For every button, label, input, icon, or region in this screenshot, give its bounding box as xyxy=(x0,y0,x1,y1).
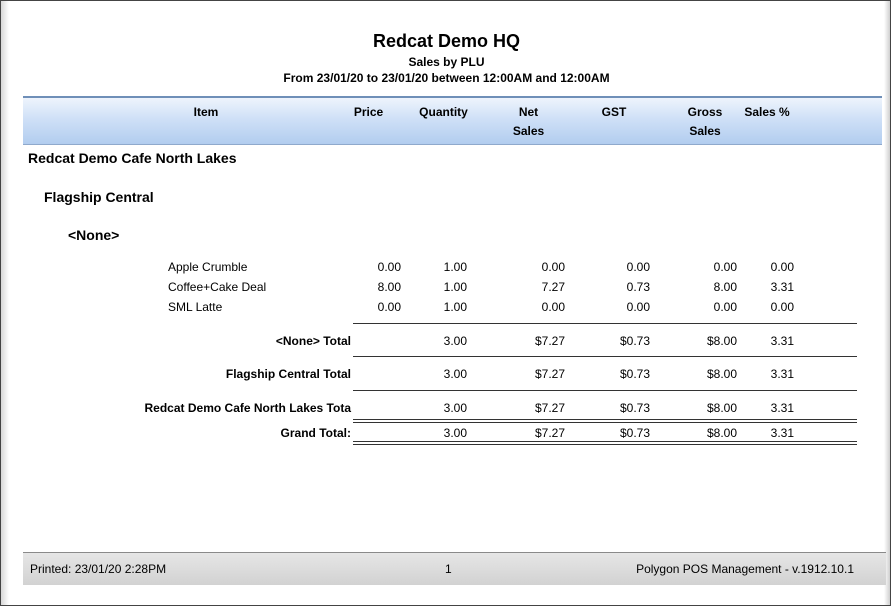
report-date-range: From 23/01/20 to 23/01/20 between 12:00A… xyxy=(283,71,610,85)
printed-timestamp: Printed: 23/01/20 2:28PM xyxy=(30,562,167,576)
total-label: Flagship Central Total xyxy=(225,367,351,381)
grand-total-gross-sales: $8.00 xyxy=(706,426,737,440)
row-gst: 0.73 xyxy=(626,280,650,294)
total-sales-pct: 3.31 xyxy=(770,401,794,415)
row-quantity: 1.00 xyxy=(443,260,467,274)
row-gross-sales: 8.00 xyxy=(713,280,737,294)
row-net-sales: 0.00 xyxy=(541,300,565,314)
row-quantity: 1.00 xyxy=(443,280,467,294)
row-item-name: SML Latte xyxy=(168,300,223,314)
grand-total-sales-pct: 3.31 xyxy=(770,426,794,440)
row-net-sales: 7.27 xyxy=(541,280,565,294)
total-quantity: 3.00 xyxy=(443,367,467,381)
total-label: Redcat Demo Cafe North Lakes Tota xyxy=(144,401,352,415)
total-gst: $0.73 xyxy=(619,367,650,381)
report-page: Redcat Demo HQ Sales by PLU From 23/01/2… xyxy=(0,0,891,606)
grand-total-quantity: 3.00 xyxy=(443,426,467,440)
row-gross-sales: 0.00 xyxy=(713,260,737,274)
row-price: 8.00 xyxy=(377,280,401,294)
grand-total-bottom-rule xyxy=(353,441,857,445)
app-version: Polygon POS Management - v.1912.10.1 xyxy=(636,562,854,576)
total-gst: $0.73 xyxy=(619,334,650,348)
row-quantity: 1.00 xyxy=(443,300,467,314)
group-department-heading: Flagship Central xyxy=(44,189,154,205)
total-gross-sales: $8.00 xyxy=(706,367,737,381)
col-header-net-line2: Sales xyxy=(512,124,545,138)
total-quantity: 3.00 xyxy=(443,334,467,348)
col-header-gross-line1: Gross xyxy=(687,105,723,119)
page-number: 1 xyxy=(445,562,452,576)
group-store-heading: Redcat Demo Cafe North Lakes xyxy=(28,150,237,166)
col-header-gross-line2: Sales xyxy=(689,124,721,138)
page-left-shadow xyxy=(1,1,9,605)
col-header-gross-sales: Gross Sales xyxy=(679,103,731,141)
total-net-sales: $7.27 xyxy=(534,367,565,381)
total-net-sales: $7.27 xyxy=(534,334,565,348)
total-label: <None> Total xyxy=(275,334,351,348)
col-header-gst: GST xyxy=(601,105,627,119)
grand-total-gst: $0.73 xyxy=(619,426,650,440)
report-title: Redcat Demo HQ xyxy=(372,31,521,51)
total-sales-pct: 3.31 xyxy=(770,367,794,381)
grand-total-top-rule xyxy=(353,419,857,423)
report-subtitle: Sales by PLU xyxy=(408,55,485,69)
row-sales-pct: 0.00 xyxy=(770,300,794,314)
row-sales-pct: 3.31 xyxy=(770,280,794,294)
col-header-sales-pct: Sales % xyxy=(744,105,790,119)
report-footer: Printed: 23/01/20 2:28PM 1 Polygon POS M… xyxy=(23,552,886,585)
row-price: 0.00 xyxy=(377,260,401,274)
row-item-name: Coffee+Cake Deal xyxy=(168,280,267,294)
row-net-sales: 0.00 xyxy=(541,260,565,274)
total-gst: $0.73 xyxy=(619,401,650,415)
row-gross-sales: 0.00 xyxy=(713,300,737,314)
total-gross-sales: $8.00 xyxy=(706,401,737,415)
total-rule xyxy=(353,390,857,391)
row-gst: 0.00 xyxy=(626,300,650,314)
col-header-net-sales: Net Sales xyxy=(501,103,556,141)
row-item-name: Apple Crumble xyxy=(168,260,248,274)
row-sales-pct: 0.00 xyxy=(770,260,794,274)
row-price: 0.00 xyxy=(377,300,401,314)
total-gross-sales: $8.00 xyxy=(706,334,737,348)
total-net-sales: $7.27 xyxy=(534,401,565,415)
col-header-price: Price xyxy=(353,105,384,119)
total-rule xyxy=(353,323,857,324)
total-sales-pct: 3.31 xyxy=(770,334,794,348)
col-header-item: Item xyxy=(193,105,219,119)
group-category-heading: <None> xyxy=(68,227,120,243)
total-rule xyxy=(353,356,857,357)
grand-total-label: Grand Total: xyxy=(280,426,351,440)
total-quantity: 3.00 xyxy=(443,401,467,415)
col-header-net-line1: Net xyxy=(518,105,539,119)
col-header-quantity: Quantity xyxy=(419,105,468,119)
row-gst: 0.00 xyxy=(626,260,650,274)
grand-total-net-sales: $7.27 xyxy=(534,426,565,440)
page-right-shadow xyxy=(884,1,890,605)
